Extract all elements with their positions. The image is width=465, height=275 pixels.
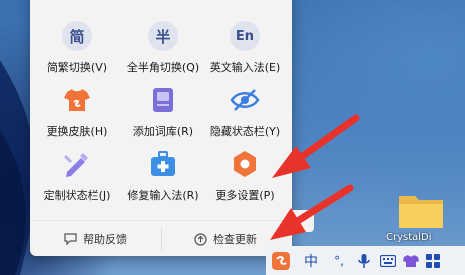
customize-icon: [61, 148, 93, 180]
grid-menu-icon[interactable]: [422, 246, 444, 275]
folder-label: CrystalDi: [386, 232, 432, 243]
hide-status-bar-button[interactable]: 隐藏状态栏(Y): [202, 74, 288, 142]
half-width-icon: 半: [147, 20, 179, 52]
update-arrow-icon: [194, 232, 207, 246]
more-settings-label: 更多设置(P): [215, 189, 275, 202]
english-input-label: 英文输入法(E): [209, 61, 281, 74]
half-width-glyph: 半: [148, 21, 178, 51]
add-dictionary-label: 添加词库(R): [132, 125, 194, 138]
chat-bubble-icon: [64, 233, 77, 245]
dictionary-icon: [147, 84, 179, 116]
add-dictionary-button[interactable]: 添加词库(R): [120, 74, 206, 142]
folder-icon[interactable]: [397, 190, 445, 230]
ime-settings-panel: 简 简繁切换(V) 半 全半角切换(Q) En 英文输入法(E) 更换皮肤(H)…: [30, 0, 292, 256]
sogou-logo-icon[interactable]: [266, 246, 296, 275]
english-glyph: En: [230, 21, 260, 51]
punctuation-indicator[interactable]: °,: [326, 246, 352, 275]
more-settings-button[interactable]: 更多设置(P): [202, 138, 288, 206]
settings-hex-icon: [229, 148, 261, 180]
english-input-icon: En: [229, 20, 261, 52]
simplified-glyph: 简: [62, 21, 92, 51]
simplified-traditional-icon: 简: [61, 20, 93, 52]
microphone-icon[interactable]: [352, 246, 376, 275]
context-menu-stub: j: [286, 210, 314, 232]
customize-status-bar-label: 定制状态栏(J): [43, 189, 111, 202]
shirt-icon: [61, 84, 93, 116]
hide-status-bar-label: 隐藏状态栏(Y): [209, 125, 281, 138]
english-input-toggle[interactable]: En 英文输入法(E): [202, 10, 288, 78]
repair-kit-icon: [147, 148, 179, 180]
half-full-width-label: 全半角切换(Q): [126, 61, 200, 74]
customize-status-bar-button[interactable]: 定制状态栏(J): [34, 138, 120, 206]
eye-hidden-icon: [229, 84, 261, 116]
change-skin-button[interactable]: 更换皮肤(H): [34, 74, 120, 142]
repair-ime-label: 修复输入法(R): [127, 189, 199, 202]
change-skin-label: 更换皮肤(H): [46, 125, 108, 138]
repair-ime-button[interactable]: 修复输入法(R): [120, 138, 206, 206]
ime-mode-indicator[interactable]: 中: [296, 246, 326, 275]
simplified-traditional-label: 简繁切换(V): [46, 61, 108, 74]
keyboard-icon[interactable]: [376, 246, 400, 275]
ime-status-bar: 中 °,: [266, 246, 465, 275]
simplified-traditional-toggle[interactable]: 简 简繁切换(V): [34, 10, 120, 78]
half-full-width-toggle[interactable]: 半 全半角切换(Q): [120, 10, 206, 78]
shirt-tray-icon[interactable]: [400, 246, 422, 275]
